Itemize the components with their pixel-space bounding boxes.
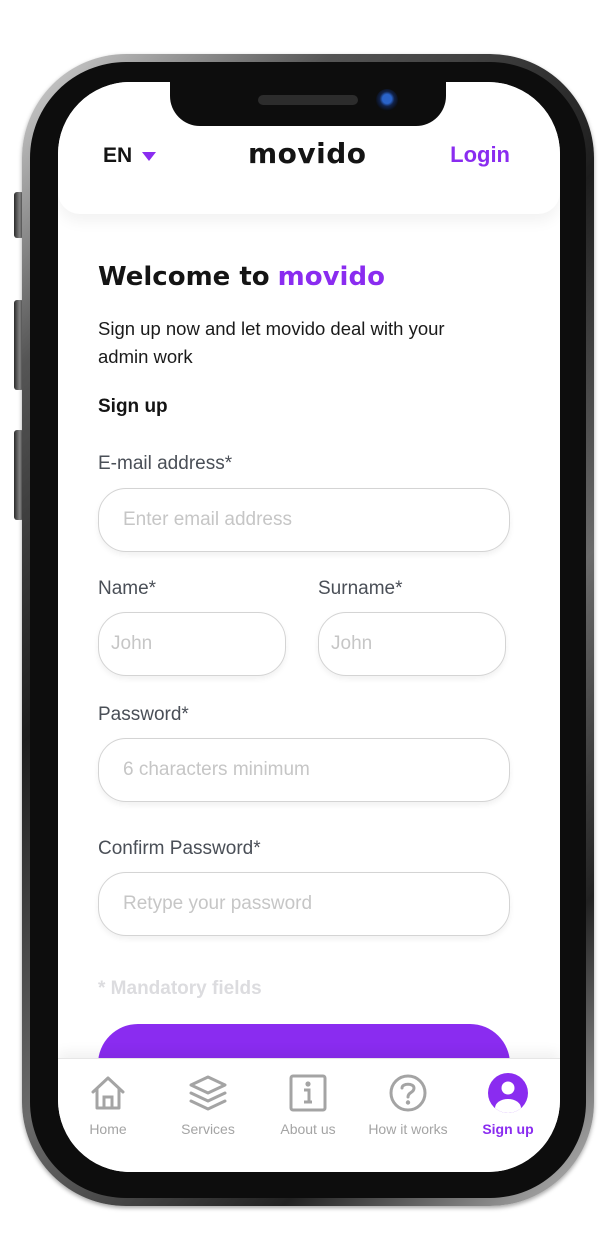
section-title: Sign up xyxy=(98,396,168,417)
info-icon xyxy=(289,1074,327,1112)
login-link[interactable]: Login xyxy=(450,142,510,168)
email-field[interactable] xyxy=(98,488,510,552)
language-selector[interactable]: EN xyxy=(103,144,157,168)
name-field[interactable] xyxy=(98,612,286,676)
nav-label-services: Services xyxy=(181,1121,235,1137)
language-label: EN xyxy=(103,144,133,167)
nav-item-how-it-works[interactable]: How it works xyxy=(358,1073,458,1137)
page-title: Welcome to movido xyxy=(98,262,385,292)
camera-icon xyxy=(376,89,398,111)
password-field[interactable] xyxy=(98,738,510,802)
nav-label-how-it-works: How it works xyxy=(368,1121,448,1137)
layers-icon xyxy=(189,1075,227,1111)
home-icon xyxy=(91,1076,125,1110)
nav-label-home: Home xyxy=(89,1121,127,1137)
user-icon xyxy=(488,1073,528,1113)
logo: movido xyxy=(248,137,367,170)
confirm-password-field[interactable] xyxy=(98,872,510,936)
phone-screen: EN movido Login Welcome to movido Sign up… xyxy=(58,82,560,1172)
email-label: E-mail address* xyxy=(98,453,233,474)
question-icon xyxy=(389,1074,427,1112)
welcome-brand: movido xyxy=(277,262,385,292)
welcome-text: Welcome to xyxy=(98,262,270,292)
surname-field[interactable] xyxy=(318,612,506,676)
intro-text: Sign up now and let movido deal with you… xyxy=(98,318,445,367)
mandatory-note: * Mandatory fields xyxy=(98,978,262,999)
bottom-nav: Home Services About us How it works Sign… xyxy=(58,1058,560,1172)
nav-item-about[interactable]: About us xyxy=(258,1073,358,1137)
nav-label-signup: Sign up xyxy=(482,1121,534,1137)
nav-item-services[interactable]: Services xyxy=(158,1073,258,1137)
speaker-grille xyxy=(258,95,358,105)
password-label: Password* xyxy=(98,704,189,725)
nav-label-about: About us xyxy=(280,1121,336,1137)
caret-down-icon xyxy=(142,151,157,161)
nav-item-signup[interactable]: Sign up xyxy=(458,1073,558,1137)
confirm-password-label: Confirm Password* xyxy=(98,838,261,859)
surname-label: Surname* xyxy=(318,578,403,599)
nav-item-home[interactable]: Home xyxy=(58,1073,158,1137)
name-label: Name* xyxy=(98,578,157,599)
